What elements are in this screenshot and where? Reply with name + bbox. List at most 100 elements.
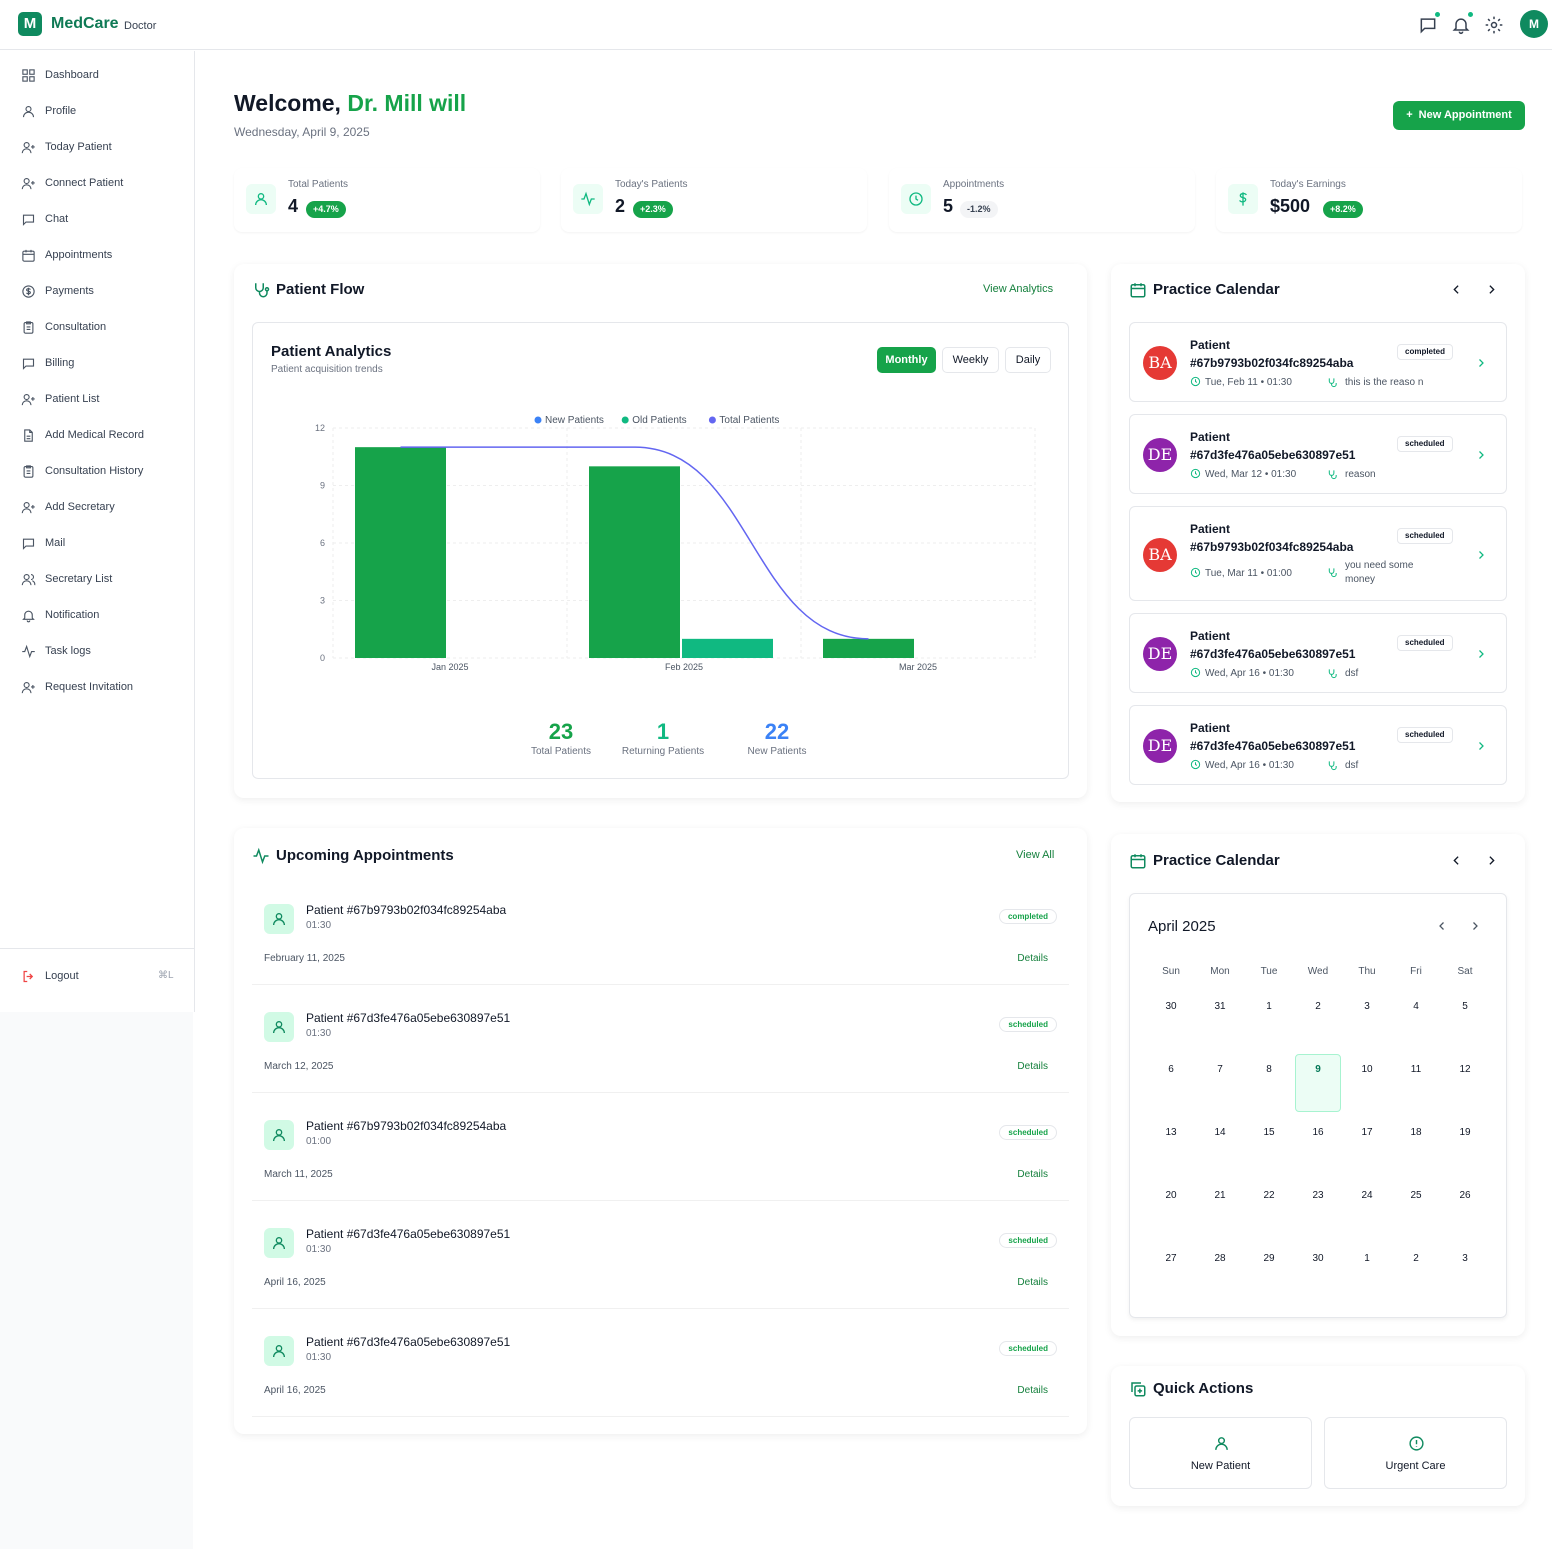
calendar-appointment-card[interactable]: BA Patient #67b9793b02f034fc89254aba Tue… (1129, 506, 1507, 601)
calendar-day[interactable]: 30 (1295, 1243, 1341, 1301)
calendar-day[interactable]: 14 (1197, 1117, 1243, 1175)
calendar-appointment-card[interactable]: DE Patient #67d3fe476a05ebe630897e51 Wed… (1129, 613, 1507, 693)
chevron-right-icon[interactable] (1475, 740, 1487, 752)
urgent-care-button[interactable]: Urgent Care (1324, 1417, 1507, 1489)
sidebar-item-add-secretary[interactable]: Add Secretary (0, 493, 194, 523)
calendar-day[interactable]: 22 (1246, 1180, 1292, 1238)
sidebar-item-add-medical-record[interactable]: Add Medical Record (0, 421, 194, 451)
sidebar-item-dashboard[interactable]: Dashboard (0, 61, 194, 91)
calendar-appointment-card[interactable]: BA Patient #67b9793b02f034fc89254aba Tue… (1129, 322, 1507, 402)
gear-icon[interactable] (1484, 15, 1504, 35)
sidebar-item-notification[interactable]: Notification (0, 601, 194, 631)
details-link[interactable]: Details (1017, 1061, 1048, 1072)
calendar-day[interactable]: 23 (1295, 1180, 1341, 1238)
calendar-day[interactable]: 30 (1148, 991, 1194, 1049)
calendar-day[interactable]: 27 (1148, 1243, 1194, 1301)
calendar-day[interactable]: 3 (1442, 1243, 1488, 1301)
calendar-day[interactable]: 2 (1295, 991, 1341, 1049)
avatar[interactable]: M (1520, 10, 1548, 38)
stat-change-badge: +8.2% (1323, 201, 1363, 218)
calendar-day[interactable]: 26 (1442, 1180, 1488, 1238)
sidebar-item-appointments[interactable]: Appointments (0, 241, 194, 271)
month-prev-icon[interactable] (1436, 920, 1448, 932)
calendar-day[interactable]: 29 (1246, 1243, 1292, 1301)
sidebar-item-payments[interactable]: Payments (0, 277, 194, 307)
logout-button[interactable]: Logout ⌘L (0, 962, 194, 992)
avatar: DE (1143, 637, 1177, 671)
sidebar-item-billing[interactable]: Billing (0, 349, 194, 379)
calendar-appointment-card[interactable]: DE Patient #67d3fe476a05ebe630897e51 Wed… (1129, 414, 1507, 494)
details-link[interactable]: Details (1017, 1169, 1048, 1180)
calendar-day[interactable]: 10 (1344, 1054, 1390, 1112)
view-all-link[interactable]: View All (1016, 849, 1054, 861)
chevron-right-icon[interactable] (1475, 648, 1487, 660)
calendar-day[interactable]: 20 (1148, 1180, 1194, 1238)
calendar-day[interactable]: 3 (1344, 991, 1390, 1049)
tab-weekly[interactable]: Weekly (942, 347, 999, 373)
details-link[interactable]: Details (1017, 953, 1048, 964)
calendar-day[interactable]: 1 (1246, 991, 1292, 1049)
details-link[interactable]: Details (1017, 1277, 1048, 1288)
chevron-right-icon[interactable] (1475, 357, 1487, 369)
chevron-right-icon[interactable] (1475, 549, 1487, 561)
list-item[interactable]: Patient #67d3fe476a05ebe630897e51 01:30 … (252, 1209, 1069, 1309)
view-analytics-link[interactable]: View Analytics (983, 283, 1053, 295)
calendar-day[interactable]: 8 (1246, 1054, 1292, 1112)
message-icon[interactable] (1418, 15, 1438, 35)
calendar-day[interactable]: 25 (1393, 1180, 1439, 1238)
chevron-left-icon[interactable] (1450, 854, 1463, 867)
sidebar-item-profile[interactable]: Profile (0, 97, 194, 127)
calendar-day[interactable]: 7 (1197, 1054, 1243, 1112)
calendar-day-today[interactable]: 9 (1295, 1054, 1341, 1112)
sidebar-item-request-invitation[interactable]: Request Invitation (0, 673, 194, 703)
calendar-day[interactable]: 13 (1148, 1117, 1194, 1175)
sidebar-item-connect-patient[interactable]: Connect Patient (0, 169, 194, 199)
bell-icon[interactable] (1451, 15, 1471, 35)
calendar-day[interactable]: 11 (1393, 1054, 1439, 1112)
calendar-day[interactable]: 5 (1442, 991, 1488, 1049)
chevron-right-icon[interactable] (1485, 854, 1498, 867)
calendar-day[interactable]: 4 (1393, 991, 1439, 1049)
logo-icon[interactable]: M (18, 12, 42, 36)
calendar-day[interactable]: 19 (1442, 1117, 1488, 1175)
details-link[interactable]: Details (1017, 1385, 1048, 1396)
calendar-day[interactable]: 28 (1197, 1243, 1243, 1301)
calendar-day[interactable]: 2 (1393, 1243, 1439, 1301)
tab-monthly[interactable]: Monthly (877, 347, 936, 373)
calendar-day[interactable]: 16 (1295, 1117, 1341, 1175)
list-item[interactable]: Patient #67d3fe476a05ebe630897e51 01:30 … (252, 1317, 1069, 1417)
sidebar-item-consultation[interactable]: Consultation (0, 313, 194, 343)
calendar-day[interactable]: 24 (1344, 1180, 1390, 1238)
month-next-icon[interactable] (1469, 920, 1481, 932)
sidebar-item-label: Billing (45, 357, 75, 369)
calendar-day[interactable]: 17 (1344, 1117, 1390, 1175)
tab-daily[interactable]: Daily (1005, 347, 1051, 373)
calendar-day[interactable]: 15 (1246, 1117, 1292, 1175)
weekday-label: Fri (1410, 966, 1422, 977)
list-item[interactable]: Patient #67b9793b02f034fc89254aba 01:00 … (252, 1101, 1069, 1201)
chevron-left-icon[interactable] (1450, 283, 1463, 296)
calendar-day[interactable]: 1 (1344, 1243, 1390, 1301)
calendar-day[interactable]: 31 (1197, 991, 1243, 1049)
quick-actions-title: Quick Actions (1153, 1380, 1254, 1397)
calendar-appointment-card[interactable]: DE Patient #67d3fe476a05ebe630897e51 Wed… (1129, 705, 1507, 785)
calendar-day[interactable]: 18 (1393, 1117, 1439, 1175)
sidebar-item-consultation-history[interactable]: Consultation History (0, 457, 194, 487)
new-appointment-button[interactable]: + New Appointment (1393, 101, 1525, 130)
list-item[interactable]: Patient #67b9793b02f034fc89254aba 01:30 … (252, 885, 1069, 985)
chevron-right-icon[interactable] (1475, 449, 1487, 461)
calendar-day[interactable]: 21 (1197, 1180, 1243, 1238)
sidebar-item-today-patient[interactable]: Today Patient (0, 133, 194, 163)
sidebar-item-chat[interactable]: Chat (0, 205, 194, 235)
stat-change-badge: +4.7% (306, 201, 346, 218)
sidebar-item-task-logs[interactable]: Task logs (0, 637, 194, 667)
chevron-right-icon[interactable] (1485, 283, 1498, 296)
sidebar-item-secretary-list[interactable]: Secretary List (0, 565, 194, 595)
app-name[interactable]: MedCare (51, 15, 119, 33)
sidebar-item-patient-list[interactable]: Patient List (0, 385, 194, 415)
new-patient-button[interactable]: New Patient (1129, 1417, 1312, 1489)
calendar-day[interactable]: 12 (1442, 1054, 1488, 1112)
sidebar-item-mail[interactable]: Mail (0, 529, 194, 559)
calendar-day[interactable]: 6 (1148, 1054, 1194, 1112)
list-item[interactable]: Patient #67d3fe476a05ebe630897e51 01:30 … (252, 993, 1069, 1093)
